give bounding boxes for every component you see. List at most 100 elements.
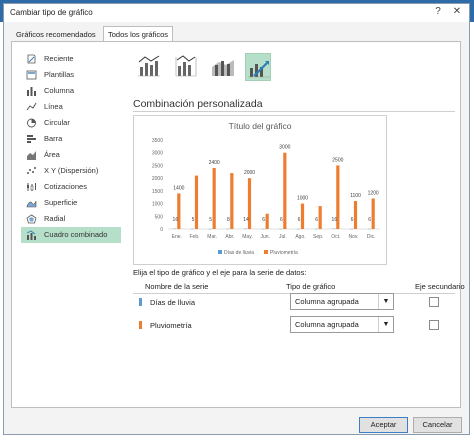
chart-type-linea[interactable]: Línea [21, 99, 121, 115]
bar-pluviometria [194, 175, 199, 229]
data-label: 6 [280, 217, 283, 223]
subtype-clustered-column-line[interactable] [136, 53, 162, 81]
data-label: 16 [332, 217, 338, 223]
x-tick-label: Abr. [225, 234, 234, 240]
data-label: 6 [262, 217, 265, 223]
bar-chart-icon [27, 135, 36, 143]
chart-type-label: Columna [44, 86, 75, 95]
subtype-clustered-column-line-secondary[interactable] [173, 53, 199, 81]
clustered-column-line-icon [138, 55, 160, 77]
bar-pluviometria [353, 201, 358, 229]
chart-type-plantillas[interactable]: Plantillas [21, 67, 121, 83]
custom-combination-icon [248, 61, 270, 78]
series-color-swatch [139, 298, 142, 306]
clustered-column-line-secondary-icon [175, 55, 197, 77]
chevron-down-icon[interactable]: ▼ [378, 294, 393, 309]
subtype-custom-combination[interactable] [245, 53, 271, 81]
legend-label: Días de lluvia [224, 250, 254, 256]
surface-chart-icon [26, 200, 37, 208]
change-chart-type-dialog: Cambiar tipo de gráfico ? ✕ Gráficos rec… [3, 3, 470, 435]
chart-type-label: Plantillas [44, 70, 75, 79]
radar-chart-icon [26, 214, 37, 224]
subtype-stacked-area-column[interactable] [210, 53, 236, 81]
header-series-name: Nombre de la serie [145, 282, 209, 291]
stacked-area-column-icon [212, 60, 234, 76]
chart-type-label: Línea [44, 102, 63, 111]
chart-type-label: Reciente [44, 54, 74, 63]
data-label: 6 [351, 217, 354, 223]
chart-type-dispersion[interactable]: X Y (Dispersión) [21, 163, 121, 179]
x-tick-label: Ene. [172, 234, 182, 240]
data-label: 1100 [350, 193, 361, 199]
column-chart-icon [27, 87, 36, 96]
series-table-header: Nombre de la serie Tipo de gráfico Eje s… [133, 280, 465, 294]
tab-recommended-charts[interactable]: Gráficos recomendados [12, 28, 100, 41]
bar-pluviometria [318, 206, 322, 229]
data-label: 6 [298, 217, 301, 223]
chart-title: Título del gráfico [229, 121, 292, 131]
data-label: 6 [315, 217, 318, 223]
data-label: 2000 [244, 170, 255, 176]
chart-type-superficie[interactable]: Superficie [21, 195, 121, 211]
bar-pluviometria [177, 193, 181, 229]
chart-type-cotizaciones[interactable]: Cotizaciones [21, 179, 121, 195]
bar-pluviometria [230, 173, 234, 229]
chart-type-reciente[interactable]: Reciente [21, 51, 121, 67]
chart-type-label: Cuadro combinado [44, 230, 108, 239]
legend-swatch [218, 250, 222, 254]
chart-type-area[interactable]: Área [21, 147, 121, 163]
preview-chart-svg: Título del gráfico 0 500 1000 1500 2000 2500 30… [152, 121, 380, 256]
data-label: 3000 [279, 145, 290, 151]
area-chart-icon [27, 151, 36, 160]
chevron-down-icon[interactable]: ▼ [378, 317, 393, 332]
data-label: 5 [192, 217, 195, 223]
x-tick-label: Jul. [279, 234, 287, 240]
x-tick-label: Mar. [207, 234, 217, 240]
x-tick-label: Dic. [367, 234, 376, 240]
ok-button[interactable]: Aceptar [359, 417, 408, 433]
close-button[interactable]: ✕ [450, 5, 464, 19]
x-tick-label: Ago. [295, 234, 305, 240]
bar-pluviometria [212, 167, 216, 229]
chart-type-label: Cotizaciones [44, 182, 87, 191]
x-tick-label: Sep. [313, 234, 323, 240]
header-secondary-axis: Eje secundario [415, 282, 465, 291]
chart-type-list: Reciente Plantillas Columna Línea Circul… [21, 51, 121, 243]
chart-preview: Título del gráfico 0 500 1000 1500 2000 2500 30… [133, 115, 387, 265]
data-label: 6 [368, 217, 371, 223]
x-tick-label: Nov. [349, 234, 359, 240]
line-chart-icon [26, 102, 37, 111]
dropdown-value: Columna agrupada [295, 320, 359, 329]
x-tick-label: Jun. [260, 234, 269, 240]
chart-type-label: Barra [44, 134, 63, 143]
chart-type-label: Radial [44, 214, 66, 223]
bar-pluviometria [371, 198, 375, 229]
bar-pluviometria [265, 213, 269, 229]
tab-all-charts[interactable]: Todos los gráficos [103, 26, 174, 42]
data-label: 8 [227, 217, 230, 223]
data-label: 2400 [209, 160, 220, 166]
chart-type-dropdown[interactable]: Columna agrupada ▼ [290, 316, 394, 333]
chart-type-cuadro-combinado[interactable]: Cuadro combinado [21, 227, 121, 243]
chart-type-circular[interactable]: Circular [21, 115, 121, 131]
secondary-axis-checkbox[interactable] [429, 297, 439, 307]
data-label: 5 [209, 217, 212, 223]
series-row: Días de lluvia Columna agrupada ▼ [133, 293, 455, 313]
data-label: 2500 [332, 157, 343, 163]
y-tick-label: 500 [155, 214, 164, 220]
y-tick-label: 3500 [152, 138, 163, 144]
chart-type-columna[interactable]: Columna [21, 83, 121, 99]
chart-type-dropdown[interactable]: Columna agrupada ▼ [290, 293, 394, 310]
series-name: Días de lluvia [150, 298, 196, 307]
secondary-axis-checkbox[interactable] [429, 320, 439, 330]
chart-type-label: Circular [44, 118, 70, 127]
chart-type-barra[interactable]: Barra [21, 131, 121, 147]
chart-type-radial[interactable]: Radial [21, 211, 121, 227]
section-divider [133, 111, 455, 112]
cancel-button[interactable]: Cancelar [413, 417, 462, 433]
bar-pluviometria [300, 203, 305, 229]
x-tick-label: May. [242, 234, 252, 240]
help-button[interactable]: ? [431, 5, 445, 19]
header-chart-type: Tipo de gráfico [286, 282, 336, 291]
series-name: Pluviometría [150, 321, 192, 330]
